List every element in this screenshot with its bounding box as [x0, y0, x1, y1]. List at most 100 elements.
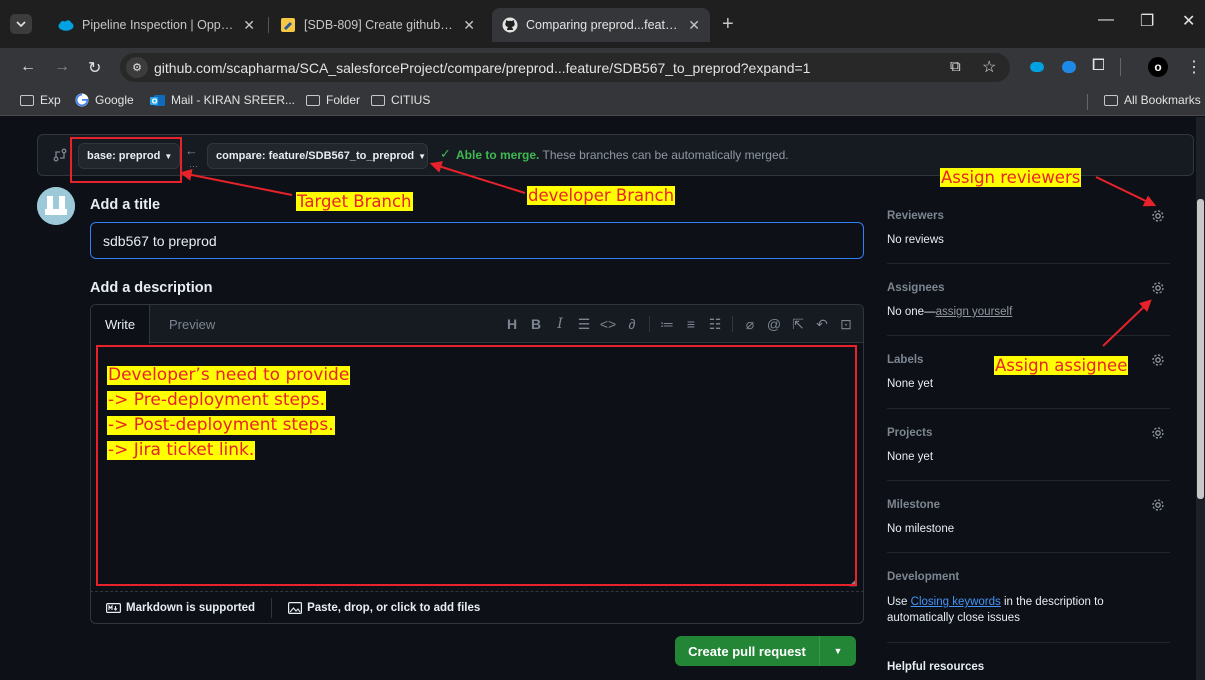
bookmark-citius[interactable]: CITIUS	[371, 93, 430, 107]
git-compare-icon	[53, 148, 67, 162]
avatar	[37, 187, 75, 225]
folder-icon	[1104, 94, 1118, 106]
close-icon[interactable]: ✕	[243, 17, 255, 34]
bookmark-mail[interactable]: O Mail - KIRAN SREER...	[150, 93, 295, 107]
browser-tab-strip: Pipeline Inspection | Opportuni ✕ [SDB-8…	[0, 0, 1205, 48]
url-text: github.com/scapharma/SCA_salesforceProje…	[154, 59, 811, 76]
attach-files-button[interactable]: Paste, drop, or click to add files	[288, 602, 480, 614]
mention-icon[interactable]: @	[763, 316, 785, 332]
task-list-icon[interactable]: ☷	[704, 316, 726, 333]
developer-branch-label: developer Branch	[527, 186, 676, 205]
title-heading: Add a title	[90, 197, 161, 213]
footer-divider	[271, 597, 273, 618]
compare-branch-button[interactable]: compare: feature/SDB567_to_preprod ▼	[207, 143, 428, 169]
close-icon[interactable]: ✕	[688, 17, 700, 34]
image-icon	[288, 601, 303, 614]
italic-icon[interactable]: I	[549, 316, 571, 332]
folder-icon	[371, 94, 385, 106]
menu-kebab-icon[interactable]: ⋮	[1186, 57, 1202, 77]
site-info-icon[interactable]: ⚙	[126, 57, 148, 78]
bookmarks-bar: Exp Google O Mail - KIRAN SREER... Folde…	[0, 86, 1205, 116]
left-arrow-icon: ←	[185, 143, 198, 158]
bulleted-list-icon[interactable]: ≡	[680, 316, 702, 332]
cross-reference-icon[interactable]: ⇱	[787, 316, 809, 333]
github-icon	[502, 17, 518, 33]
markdown-icon	[106, 602, 121, 613]
development-section: Development Use Closing keywords in the …	[887, 553, 1170, 643]
reload-icon[interactable]: ↻	[88, 58, 101, 78]
slash-commands-icon[interactable]: ⊡	[835, 316, 857, 333]
google-icon	[75, 93, 89, 107]
description-notes: Developer’s need to provide -> Pre-deplo…	[107, 366, 351, 460]
back-arrow-icon[interactable]: ←	[20, 58, 36, 76]
restore-icon[interactable]: ❐	[1140, 11, 1154, 31]
tab-jira-sdb-809[interactable]: [SDB-809] Create github user in ✕	[270, 8, 485, 42]
development-label: Development	[887, 571, 960, 583]
reply-icon[interactable]: ↶	[811, 316, 833, 333]
note-line: -> Jira ticket link.	[107, 440, 256, 460]
milestone-value: No milestone	[887, 523, 955, 535]
cast-icon[interactable]: ⧉	[950, 58, 961, 75]
pr-title-input[interactable]: sdb567 to preprod	[90, 222, 864, 259]
assign-yourself-link[interactable]: assign yourself	[936, 306, 1013, 318]
bookmark-folder[interactable]: Folder	[306, 93, 360, 107]
salesforce-extension-icon[interactable]	[1030, 62, 1044, 72]
close-icon[interactable]: ✕	[463, 17, 475, 34]
toolbar-divider	[649, 316, 650, 332]
bold-icon[interactable]: B	[525, 316, 547, 332]
close-window-icon[interactable]: ✕	[1182, 11, 1195, 31]
check-icon: ✓	[440, 146, 451, 161]
gear-icon[interactable]	[1151, 353, 1165, 367]
forward-arrow-icon[interactable]: →	[54, 58, 70, 76]
extension-icon[interactable]	[1062, 61, 1076, 73]
bookmark-google[interactable]: Google	[75, 93, 134, 107]
heading-icon[interactable]: H	[501, 316, 523, 332]
caret-down-icon: ▼	[418, 151, 426, 161]
projects-label: Projects	[887, 427, 933, 439]
bookmark-star-icon[interactable]: ☆	[982, 57, 996, 77]
caret-down-icon[interactable]: ▼	[820, 646, 856, 656]
toolbar-divider	[732, 316, 733, 332]
outlook-icon: O	[150, 94, 165, 107]
tab-search-button[interactable]	[10, 14, 32, 34]
closing-keywords-link[interactable]: Closing keywords	[911, 596, 1001, 608]
folder-icon	[20, 94, 34, 106]
tab-preview[interactable]: Preview	[155, 305, 229, 344]
salesforce-cloud-icon	[58, 17, 74, 33]
browser-toolbar: ← → ↻ ⚙ github.com/scapharma/SCA_salesfo…	[0, 48, 1205, 86]
tab-write[interactable]: Write	[91, 305, 151, 344]
code-icon[interactable]: <>	[597, 316, 619, 332]
minimize-icon[interactable]: —	[1098, 11, 1114, 29]
new-tab-button[interactable]: +	[722, 14, 734, 34]
tab-title: Comparing preprod...feature/SD	[526, 18, 680, 32]
description-heading: Add a description	[90, 280, 213, 296]
ellipsis-icon: …	[189, 159, 198, 169]
attach-icon[interactable]: ⌀	[739, 316, 761, 333]
gear-icon[interactable]	[1151, 498, 1165, 512]
numbered-list-icon[interactable]: ≔	[656, 316, 678, 333]
link-icon[interactable]: ∂	[621, 316, 643, 332]
tab-pipeline-inspection[interactable]: Pipeline Inspection | Opportuni ✕	[48, 8, 265, 42]
merge-status: Able to merge. These branches can be aut…	[456, 148, 789, 162]
address-bar[interactable]: ⚙ github.com/scapharma/SCA_salesforcePro…	[120, 53, 1010, 82]
target-branch-label: Target Branch	[296, 192, 413, 211]
reviewers-section: Reviewers No reviews	[887, 200, 1170, 264]
tab-title: [SDB-809] Create github user in	[304, 18, 455, 32]
development-text-line2: automatically close issues	[887, 612, 1020, 624]
markdown-note[interactable]: Markdown is supported	[106, 602, 255, 614]
gear-icon[interactable]	[1151, 426, 1165, 440]
bookmark-exp[interactable]: Exp	[20, 93, 61, 107]
labels-label: Labels	[887, 354, 924, 366]
quote-icon[interactable]: ☰	[573, 316, 595, 333]
folder-icon	[306, 94, 320, 106]
profile-avatar[interactable]: o	[1148, 57, 1168, 77]
tab-github-compare[interactable]: Comparing preprod...feature/SD ✕	[492, 8, 710, 42]
target-branch-highlight	[70, 137, 182, 183]
create-pull-request-button[interactable]: Create pull request ▼	[675, 636, 856, 666]
gear-icon[interactable]	[1151, 209, 1165, 223]
gear-icon[interactable]	[1151, 281, 1165, 295]
all-bookmarks[interactable]: All Bookmarks	[1104, 93, 1201, 107]
assignees-label: Assignees	[887, 282, 945, 294]
puzzle-extensions-icon[interactable]: ⧠	[1092, 57, 1105, 75]
scrollbar-thumb[interactable]	[1197, 199, 1204, 499]
